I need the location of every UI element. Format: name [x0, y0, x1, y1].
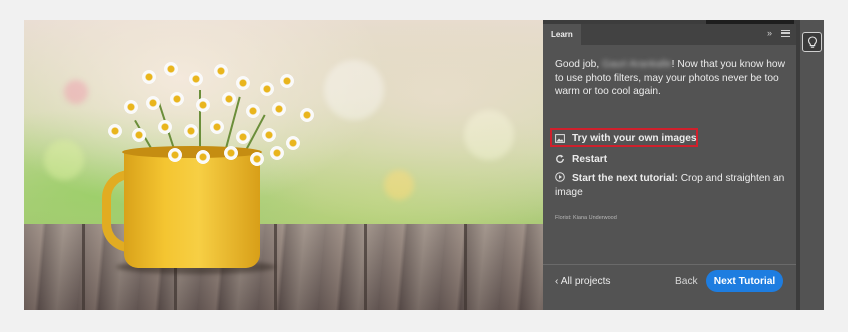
completion-message: Good job, Gauri Arankalle! Now that you … [555, 58, 787, 99]
try-own-images-link[interactable]: Try with your own images [555, 130, 697, 146]
image-icon [555, 133, 565, 143]
next-tutorial-link[interactable]: Start the next tutorial: Crop and straig… [555, 172, 787, 199]
learn-panel-button[interactable] [802, 32, 822, 52]
message-prefix: Good job, [555, 59, 603, 70]
canvas-photo [24, 20, 543, 310]
lightbulb-icon [807, 35, 817, 48]
tab-learn[interactable]: Learn [543, 24, 581, 45]
photo-credit: Florist: Kiana Underwood [555, 215, 617, 221]
restart-link[interactable]: Restart [555, 151, 607, 167]
restart-icon [555, 154, 565, 164]
hamburger-menu-icon[interactable] [781, 30, 790, 37]
play-circle-icon [555, 172, 565, 182]
panel-tab-bar [543, 24, 796, 45]
try-own-images-label: Try with your own images [572, 132, 697, 144]
footer-divider [543, 264, 796, 265]
right-toolbar [800, 20, 824, 310]
restart-label: Restart [572, 153, 608, 165]
back-link[interactable]: Back [675, 276, 698, 287]
next-tutorial-button[interactable]: Next Tutorial [706, 270, 783, 292]
user-name: Gauri Arankalle [602, 59, 672, 70]
chevron-left-icon: ‹ [555, 276, 559, 287]
learn-panel: Learn » Good job, Gauri Arankalle! Now t… [543, 24, 796, 310]
all-projects-link[interactable]: ‹ All projects [555, 276, 611, 287]
app-window: Learn » Good job, Gauri Arankalle! Now t… [24, 20, 824, 310]
all-projects-label: All projects [560, 276, 611, 287]
next-tutorial-prefix: Start the next tutorial: [572, 173, 678, 184]
double-chevron-right-icon[interactable]: » [767, 28, 772, 38]
